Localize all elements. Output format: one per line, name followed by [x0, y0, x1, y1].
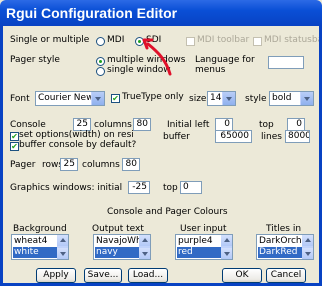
title-bar[interactable]: Rgui Configuration Editor [0, 0, 322, 26]
list-scrollbar[interactable] [57, 235, 68, 259]
console-columns-input[interactable]: 80 [133, 118, 151, 131]
console-label: Console [10, 120, 46, 130]
chevron-down-icon[interactable] [222, 92, 235, 105]
list-item[interactable]: DarkOrchid [258, 236, 303, 247]
output-text-colour-list[interactable]: NavajoWhite navy [93, 234, 151, 260]
list-item[interactable]: wheat4 [13, 236, 58, 247]
font-style-label: style [245, 94, 267, 104]
chevron-down-icon[interactable] [300, 92, 313, 105]
font-family-value: Courier New [38, 93, 94, 103]
list-scrollbar[interactable] [221, 235, 232, 259]
list-item[interactable]: NavajoWhite [95, 236, 140, 247]
background-colour-list[interactable]: wheat4 white [11, 234, 69, 260]
buffer-label: buffer [163, 132, 190, 142]
mdi-statusbar-checkbox[interactable] [253, 37, 262, 46]
truetype-checkbox[interactable]: ✔ [111, 94, 120, 103]
scroll-up-icon[interactable] [139, 235, 150, 246]
window-title: Rgui Configuration Editor [6, 5, 178, 21]
user-input-colour-label: User input [180, 224, 227, 234]
titles-colour-label: Titles in [266, 224, 302, 234]
font-size-label: size [189, 94, 207, 104]
pager-columns-label: columns [82, 160, 120, 170]
font-size-value: 14 [210, 93, 222, 103]
graphics-left-input[interactable]: -25 [128, 181, 150, 194]
user-input-colour-list[interactable]: purple4 red [175, 234, 233, 260]
interface-label: Single or multiple [10, 35, 90, 45]
set-options-label: set options(width) on resi [19, 130, 134, 140]
mdi-radio[interactable] [96, 37, 105, 46]
mdi-statusbar-label: MDI statusbar [264, 35, 319, 45]
buffer-input[interactable]: 65000 [215, 130, 252, 143]
font-family-select[interactable]: Courier New [35, 91, 105, 106]
scroll-down-icon[interactable] [302, 248, 313, 259]
frame-left [0, 26, 3, 286]
list-scrollbar[interactable] [139, 235, 150, 259]
graphics-top-label: top [163, 183, 178, 193]
list-item-selected[interactable]: navy [95, 247, 140, 258]
ok-button[interactable]: OK [222, 268, 262, 283]
apply-button[interactable]: Apply [36, 268, 76, 283]
annotation-arrow-icon [142, 38, 172, 76]
font-label: Font [10, 94, 30, 104]
list-item-selected[interactable]: DarkRed [258, 247, 303, 258]
mdi-toolbar-label: MDI toolbar [197, 35, 250, 45]
scroll-up-icon[interactable] [57, 235, 68, 246]
load-button[interactable]: Load... [128, 268, 168, 283]
multiple-windows-radio[interactable] [96, 57, 105, 66]
mdi-radio-label: MDI [107, 35, 125, 45]
lines-input[interactable]: 8000 [285, 130, 310, 143]
buffer-default-checkbox[interactable]: ✔ [10, 142, 19, 151]
scroll-up-icon[interactable] [302, 235, 313, 246]
pager-columns-input[interactable]: 80 [122, 158, 140, 171]
output-text-colour-label: Output text [92, 224, 144, 234]
initial-top-label: top [259, 120, 274, 130]
colours-heading: Console and Pager Colours [107, 207, 228, 217]
config-editor-window: Rgui Configuration Editor Single or mult… [0, 0, 322, 286]
console-columns-label: columns [94, 120, 132, 130]
titles-colour-list[interactable]: DarkOrchid DarkRed [256, 234, 314, 260]
language-label: Language for [195, 55, 255, 65]
scroll-down-icon[interactable] [57, 248, 68, 259]
scroll-down-icon[interactable] [139, 248, 150, 259]
pager-style-label: Pager style [10, 55, 60, 65]
cancel-button[interactable]: Cancel [266, 268, 306, 283]
list-scrollbar[interactable] [302, 235, 313, 259]
lines-label: lines [261, 132, 282, 142]
font-style-select[interactable]: bold [269, 91, 314, 106]
initial-left-label: Initial left [167, 120, 210, 130]
graphics-top-input[interactable]: 0 [180, 181, 202, 194]
list-item[interactable]: purple4 [177, 236, 222, 247]
font-style-value: bold [272, 93, 292, 103]
background-colour-label: Background [13, 224, 67, 234]
scroll-up-icon[interactable] [221, 235, 232, 246]
set-options-checkbox[interactable]: ✔ [10, 132, 19, 141]
buffer-default-label: buffer console by default? [19, 140, 137, 150]
single-window-radio[interactable] [96, 67, 105, 76]
list-item-selected[interactable]: red [177, 247, 222, 258]
language-input[interactable] [268, 56, 304, 69]
truetype-label: TrueType only [122, 92, 184, 102]
graphics-label: Graphics windows: initial [10, 183, 123, 193]
language-label-line2: menus [195, 65, 226, 75]
scroll-down-icon[interactable] [221, 248, 232, 259]
pager-size-label: Pager [10, 160, 36, 170]
list-item-selected[interactable]: white [13, 247, 58, 258]
save-button[interactable]: Save... [84, 268, 122, 283]
chevron-down-icon[interactable] [91, 92, 104, 105]
font-size-select[interactable]: 14 [207, 91, 236, 106]
pager-rows-input[interactable]: 25 [60, 158, 78, 171]
